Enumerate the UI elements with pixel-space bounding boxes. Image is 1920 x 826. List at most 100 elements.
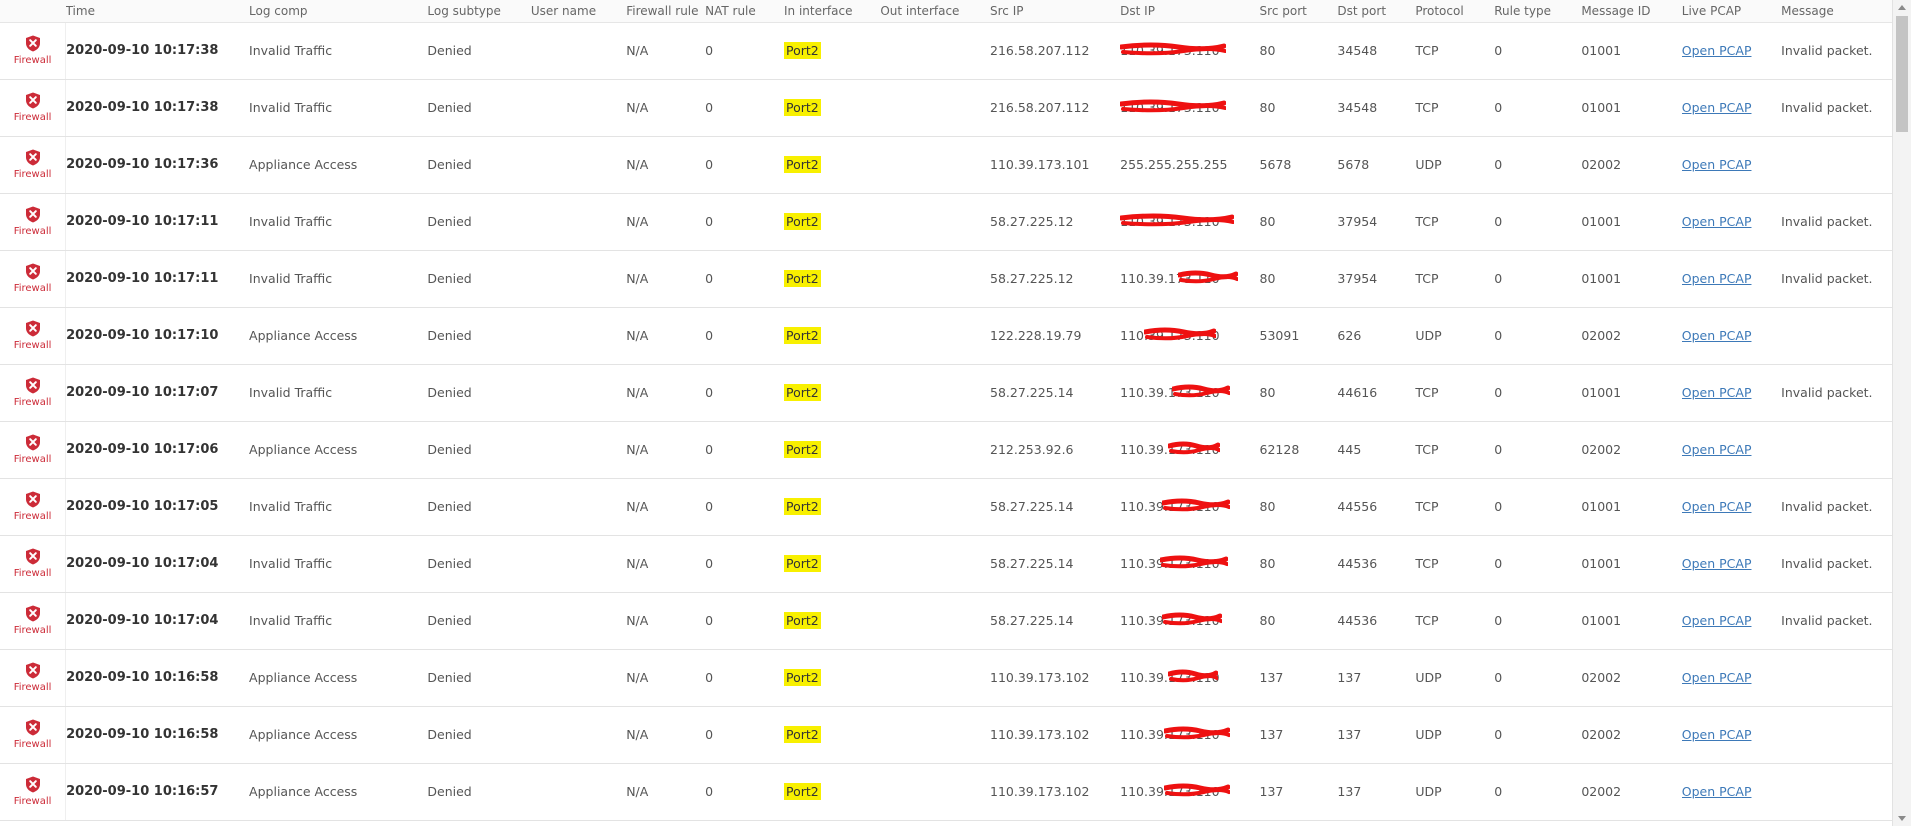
open-pcap-link[interactable]: Open PCAP xyxy=(1682,442,1752,457)
time-cell: 2020-09-10 10:17:11 xyxy=(65,250,250,308)
src-ip-cell: 58.27.225.12 xyxy=(990,250,1121,308)
col-header-nat-rule[interactable]: NAT rule xyxy=(705,0,785,23)
open-pcap-link[interactable]: Open PCAP xyxy=(1682,214,1752,229)
open-pcap-link[interactable]: Open PCAP xyxy=(1682,100,1752,115)
scrollbar-thumb[interactable] xyxy=(1896,16,1908,132)
rule-type-cell: 0 xyxy=(1494,193,1582,251)
src-ip-cell: 110.39.173.102 xyxy=(990,706,1121,764)
table-row[interactable]: Firewall 2020-09-10 10:17:05 Invalid Tra… xyxy=(0,478,1892,536)
log-subtype-cell: Denied xyxy=(427,193,531,251)
open-pcap-link[interactable]: Open PCAP xyxy=(1682,328,1752,343)
rule-type-cell: 0 xyxy=(1494,421,1582,479)
open-pcap-link[interactable]: Open PCAP xyxy=(1682,670,1752,685)
log-comp-cell: Appliance Access xyxy=(249,649,428,707)
table-row[interactable]: Firewall 2020-09-10 10:17:10 Appliance A… xyxy=(0,307,1892,365)
table-row[interactable]: Firewall 2020-09-10 10:17:06 Appliance A… xyxy=(0,421,1892,479)
open-pcap-link[interactable]: Open PCAP xyxy=(1682,43,1752,58)
col-header-in-interface[interactable]: In interface xyxy=(784,0,881,23)
dst-ip-value: 110.39.173.110 xyxy=(1120,441,1221,457)
user-name-cell xyxy=(530,136,627,194)
col-header-protocol[interactable]: Protocol xyxy=(1415,0,1495,23)
user-name-cell xyxy=(530,649,627,707)
col-header-out-interface[interactable]: Out interface xyxy=(880,0,990,23)
live-pcap-cell: Open PCAP xyxy=(1681,79,1782,137)
table-header-row: Time Log comp Log subtype User name Fire… xyxy=(0,0,1892,23)
src-port-cell: 5678 xyxy=(1259,136,1338,194)
src-ip-cell: 216.58.207.112 xyxy=(990,22,1121,80)
in-interface-badge: Port2 xyxy=(784,42,821,59)
firewall-shield-icon xyxy=(25,662,40,679)
redaction-stroke xyxy=(1165,731,1231,740)
col-header-message-id[interactable]: Message ID xyxy=(1581,0,1682,23)
log-subtype-cell: Denied xyxy=(427,79,531,137)
log-type-cell: Firewall xyxy=(0,478,67,536)
log-subtype-cell: Denied xyxy=(427,364,531,422)
out-interface-cell xyxy=(880,706,990,764)
col-header-user-name[interactable]: User name xyxy=(530,0,627,23)
open-pcap-link[interactable]: Open PCAP xyxy=(1682,499,1752,514)
in-interface-cell: Port2 xyxy=(784,535,881,593)
col-header-log-subtype[interactable]: Log subtype xyxy=(427,0,531,23)
col-header-firewall-rule[interactable]: Firewall rule xyxy=(626,0,706,23)
in-interface-badge: Port2 xyxy=(784,441,821,458)
table-row[interactable]: Firewall 2020-09-10 10:17:11 Invalid Tra… xyxy=(0,250,1892,308)
scroll-down-arrow-icon[interactable] xyxy=(1898,816,1906,821)
open-pcap-link[interactable]: Open PCAP xyxy=(1682,157,1752,172)
firewall-label: Firewall xyxy=(13,397,52,408)
open-pcap-link[interactable]: Open PCAP xyxy=(1682,613,1752,628)
open-pcap-link[interactable]: Open PCAP xyxy=(1682,727,1752,742)
col-header-src-ip[interactable]: Src IP xyxy=(990,0,1121,23)
table-row[interactable]: Firewall 2020-09-10 10:17:07 Invalid Tra… xyxy=(0,364,1892,422)
live-pcap-cell: Open PCAP xyxy=(1681,649,1782,707)
src-port-cell: 137 xyxy=(1259,763,1338,821)
col-header-live-pcap[interactable]: Live PCAP xyxy=(1681,0,1782,23)
message-id-cell: 02002 xyxy=(1581,649,1682,707)
out-interface-cell xyxy=(880,250,990,308)
open-pcap-link[interactable]: Open PCAP xyxy=(1682,385,1752,400)
redaction-scribble xyxy=(1120,99,1227,113)
redaction-scribble xyxy=(1144,327,1217,341)
table-row[interactable]: Firewall 2020-09-10 10:17:04 Invalid Tra… xyxy=(0,535,1892,593)
col-header-rule-type[interactable]: Rule type xyxy=(1494,0,1582,23)
vertical-scrollbar[interactable] xyxy=(1892,0,1911,826)
open-pcap-link[interactable]: Open PCAP xyxy=(1682,784,1752,799)
firewall-shield-icon xyxy=(25,35,40,52)
table-row[interactable]: Firewall 2020-09-10 10:16:58 Appliance A… xyxy=(0,706,1892,764)
table-row[interactable]: Firewall 2020-09-10 10:17:36 Appliance A… xyxy=(0,136,1892,194)
scroll-up-arrow-icon[interactable] xyxy=(1898,5,1906,10)
col-header-dst-port[interactable]: Dst port xyxy=(1337,0,1416,23)
col-header-dst-ip[interactable]: Dst IP xyxy=(1120,0,1260,23)
table-row[interactable]: Firewall 2020-09-10 10:16:58 Appliance A… xyxy=(0,649,1892,707)
in-interface-badge: Port2 xyxy=(784,213,821,230)
col-header-log-comp[interactable]: Log comp xyxy=(249,0,428,23)
message-id-cell: 01001 xyxy=(1581,250,1682,308)
message-cell: Invalid packet. xyxy=(1781,193,1892,251)
open-pcap-link[interactable]: Open PCAP xyxy=(1682,271,1752,286)
firewall-rule-cell: N/A xyxy=(626,22,706,80)
table-row[interactable]: Firewall 2020-09-10 10:17:38 Invalid Tra… xyxy=(0,79,1892,137)
nat-rule-cell: 0 xyxy=(705,706,785,764)
log-comp-cell: Appliance Access xyxy=(249,136,428,194)
table-row[interactable]: Firewall 2020-09-10 10:17:04 Invalid Tra… xyxy=(0,592,1892,650)
firewall-label: Firewall xyxy=(13,568,52,579)
col-header-message[interactable]: Message xyxy=(1781,0,1892,23)
table-row[interactable]: Firewall 2020-09-10 10:17:11 Invalid Tra… xyxy=(0,193,1892,251)
firewall-shield-icon xyxy=(25,605,40,622)
open-pcap-link[interactable]: Open PCAP xyxy=(1682,556,1752,571)
in-interface-cell: Port2 xyxy=(784,592,881,650)
firewall-shield-icon xyxy=(25,149,40,166)
out-interface-cell xyxy=(880,136,990,194)
col-header-time[interactable]: Time xyxy=(65,0,250,23)
firewall-label: Firewall xyxy=(13,340,52,351)
col-header-src-port[interactable]: Src port xyxy=(1259,0,1338,23)
nat-rule-cell: 0 xyxy=(705,478,785,536)
redaction-stroke xyxy=(1179,275,1239,284)
table-row[interactable]: Firewall 2020-09-10 10:17:38 Invalid Tra… xyxy=(0,22,1892,80)
log-type-cell: Firewall xyxy=(0,364,67,422)
time-cell: 2020-09-10 10:16:57 xyxy=(65,763,250,821)
firewall-rule-cell: N/A xyxy=(626,364,706,422)
table-row[interactable]: Firewall 2020-09-10 10:16:57 Appliance A… xyxy=(0,763,1892,821)
rule-type-cell: 0 xyxy=(1494,250,1582,308)
message-id-cell: 02002 xyxy=(1581,706,1682,764)
dst-port-cell: 445 xyxy=(1337,421,1416,479)
